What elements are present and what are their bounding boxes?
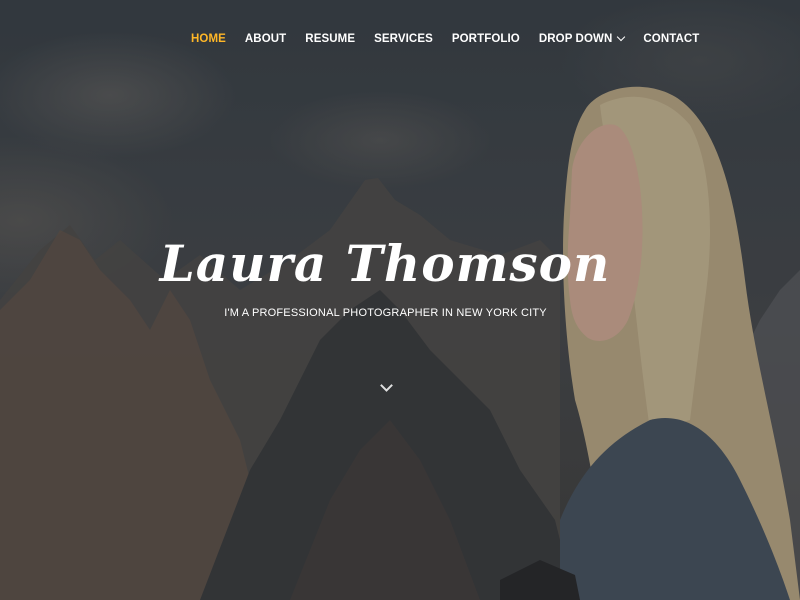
dark-overlay [0,0,800,600]
hero-section: HOME ABOUT RESUME SERVICES PORTFOLIO DRO… [0,0,800,600]
nav-item-portfolio[interactable]: PORTFOLIO [452,33,520,45]
nav-item-home[interactable]: HOME [191,33,226,45]
hero-title: Laura Thomson [159,233,611,293]
nav-item-resume[interactable]: RESUME [305,33,355,45]
nav-item-drop-down-label: DROP DOWN [538,33,613,45]
nav-item-about[interactable]: ABOUT [245,33,286,45]
main-navigation: HOME ABOUT RESUME SERVICES PORTFOLIO DRO… [191,32,699,45]
nav-item-services[interactable]: SERVICES [374,33,433,45]
nav-item-contact[interactable]: CONTACT [643,33,699,45]
nav-item-drop-down[interactable]: DROP DOWN [538,32,626,45]
chevron-down-icon [379,379,393,392]
scroll-down-button[interactable] [376,378,396,398]
chevron-down-icon [617,32,626,42]
hero-subtitle: I'M A PROFESSIONAL PHOTOGRAPHER IN NEW Y… [224,307,547,319]
